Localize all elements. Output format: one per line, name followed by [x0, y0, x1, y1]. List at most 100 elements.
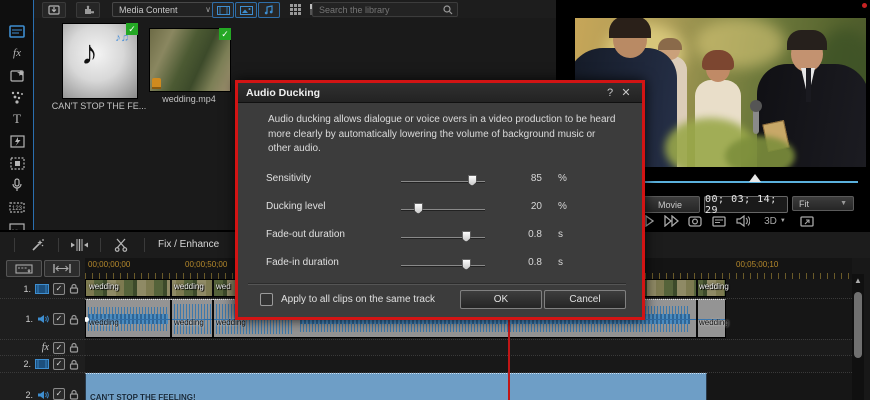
preview-quality-button[interactable] — [710, 213, 728, 229]
sidebar-item-voice-over-room[interactable] — [5, 176, 29, 194]
music-clip[interactable]: CAN'T STOP THE FEELING! — [85, 373, 707, 400]
selected-check-icon: ✓ — [219, 28, 231, 40]
library-filter-value: Media Content — [119, 5, 178, 15]
snapshot-button[interactable] — [686, 213, 704, 229]
clip-label: wedding — [174, 282, 204, 291]
timeline-scrollbar[interactable]: ▲ — [852, 274, 864, 400]
sidebar-item-title-room[interactable]: T — [5, 110, 29, 128]
ok-button[interactable]: OK — [460, 290, 542, 309]
award-badge-icon — [152, 78, 161, 89]
audio-track-2[interactable]: CAN'T STOP THE FEELING! — [85, 372, 852, 400]
track-enable-checkbox[interactable]: ✓ — [53, 388, 65, 400]
undock-preview-button[interactable] — [798, 213, 816, 229]
library-filter-dropdown[interactable]: Media Content ∨ — [112, 2, 218, 17]
ruler-timestamp: 00;00;00;00 — [88, 260, 130, 269]
fade-out-slider[interactable] — [401, 237, 485, 239]
movie-mode-button[interactable]: Movie — [640, 196, 700, 213]
music-note-icon: ♪ — [81, 34, 98, 73]
sidebar-item-particle-room[interactable] — [5, 88, 29, 106]
sensitivity-slider[interactable] — [401, 181, 485, 183]
lock-icon[interactable] — [69, 342, 79, 353]
dialog-title: Audio Ducking — [246, 87, 602, 99]
slider-unit: % — [558, 201, 567, 212]
volume-button[interactable] — [734, 213, 752, 229]
track-header-video-2[interactable]: 2. ✓ — [0, 355, 85, 372]
selected-check-icon: ✓ — [126, 23, 138, 35]
fade-in-slider[interactable] — [401, 265, 485, 267]
dialog-titlebar[interactable]: Audio Ducking ? ✕ — [238, 83, 642, 103]
timeline-playhead[interactable] — [508, 320, 510, 400]
sidebar-item-chapter-room[interactable]: 123 — [5, 198, 29, 216]
track-number: 1. — [25, 314, 33, 324]
scrollbar-thumb[interactable] — [854, 292, 862, 358]
split-clip-button[interactable] — [68, 236, 90, 254]
track-header-fx[interactable]: fx ✓ — [0, 339, 85, 355]
slider-thumb[interactable] — [462, 231, 471, 242]
import-media-button[interactable] — [42, 2, 66, 18]
transport-controls: 3D ▼ — [638, 213, 868, 229]
slider-unit: s — [558, 257, 563, 268]
audio-track-icon — [37, 390, 49, 400]
slider-value: 20 — [516, 201, 542, 212]
slider-thumb[interactable] — [462, 259, 471, 270]
media-item-video[interactable]: ✓ wedding.mp4 — [149, 28, 229, 92]
zoom-fit-dropdown[interactable]: Fit ▼ — [792, 196, 854, 211]
library-toolbar: Media Content ∨ — [34, 0, 556, 19]
search-input[interactable] — [317, 4, 443, 16]
media-item-audio[interactable]: ♪ ♪♫ ✓ CAN'T STOP THE FE... — [62, 23, 136, 99]
trim-scissors-button[interactable] — [110, 236, 132, 254]
library-search[interactable] — [312, 2, 458, 17]
lock-icon[interactable] — [69, 283, 79, 294]
cancel-button[interactable]: Cancel — [544, 290, 626, 309]
fx-track[interactable] — [85, 339, 852, 355]
lock-icon[interactable] — [69, 359, 79, 370]
chevron-down-icon: ▼ — [780, 218, 786, 224]
filter-video-button[interactable] — [212, 2, 234, 18]
sidebar-item-media-room[interactable] — [5, 22, 29, 40]
fix-enhance-button[interactable]: Fix / Enhance — [158, 239, 219, 250]
sidebar-item-audio-mixing-room[interactable] — [5, 154, 29, 172]
audio-track-icon — [37, 314, 49, 324]
filter-music-button[interactable] — [258, 2, 280, 18]
magic-tools-button[interactable] — [26, 236, 48, 254]
scroll-up-arrow[interactable]: ▲ — [854, 276, 862, 285]
apply-all-row: Apply to all clips on the same track — [260, 293, 435, 306]
track-enable-checkbox[interactable]: ✓ — [53, 313, 65, 325]
slider-thumb[interactable] — [468, 175, 477, 186]
ducking-level-slider[interactable] — [401, 209, 485, 211]
filter-photo-button[interactable] — [235, 2, 257, 18]
audio-ducking-dialog: Audio Ducking ? ✕ Audio ducking allows d… — [235, 80, 645, 320]
track-number: fx — [42, 342, 49, 353]
sidebar-item-effect-room[interactable]: fx — [5, 44, 29, 62]
timecode-display[interactable]: 00; 03; 14; 29 — [704, 196, 788, 213]
grid-view-button[interactable] — [286, 2, 304, 16]
track-header-audio-1[interactable]: 1. ✓ — [0, 298, 85, 339]
sidebar-item-transition-room[interactable] — [5, 132, 29, 150]
lock-icon[interactable] — [69, 389, 79, 400]
3d-mode-button[interactable]: 3D ▼ — [760, 213, 790, 229]
lock-icon[interactable] — [69, 314, 79, 325]
track-number: 2. — [25, 390, 33, 400]
preview-seekbar[interactable] — [644, 181, 858, 183]
track-enable-checkbox[interactable]: ✓ — [53, 358, 65, 370]
track-header-audio-2[interactable]: 2. ✓ — [0, 372, 85, 400]
video-track-2[interactable] — [85, 355, 852, 372]
slider-thumb[interactable] — [414, 203, 423, 214]
slider-label: Fade-out duration — [266, 229, 345, 240]
close-button[interactable]: ✕ — [618, 86, 634, 99]
chevron-down-icon: ▼ — [840, 200, 847, 207]
help-button[interactable]: ? — [602, 87, 618, 99]
sidebar-item-pip-objects-room[interactable] — [5, 66, 29, 84]
track-enable-checkbox[interactable]: ✓ — [53, 283, 65, 295]
track-enable-checkbox[interactable]: ✓ — [53, 342, 65, 354]
track-manager-button[interactable] — [6, 260, 42, 277]
plugin-button[interactable] — [76, 2, 100, 18]
fast-forward-button[interactable] — [662, 213, 680, 229]
video-track-icon — [35, 284, 49, 294]
apply-all-checkbox[interactable] — [260, 293, 273, 306]
clip-label: wedding — [699, 318, 729, 327]
ruler-timestamp: 00;05;00;10 — [736, 260, 778, 269]
seek-thumb[interactable] — [749, 174, 761, 182]
fit-timeline-button[interactable] — [44, 260, 80, 277]
track-header-video-1[interactable]: 1. ✓ — [0, 279, 85, 298]
